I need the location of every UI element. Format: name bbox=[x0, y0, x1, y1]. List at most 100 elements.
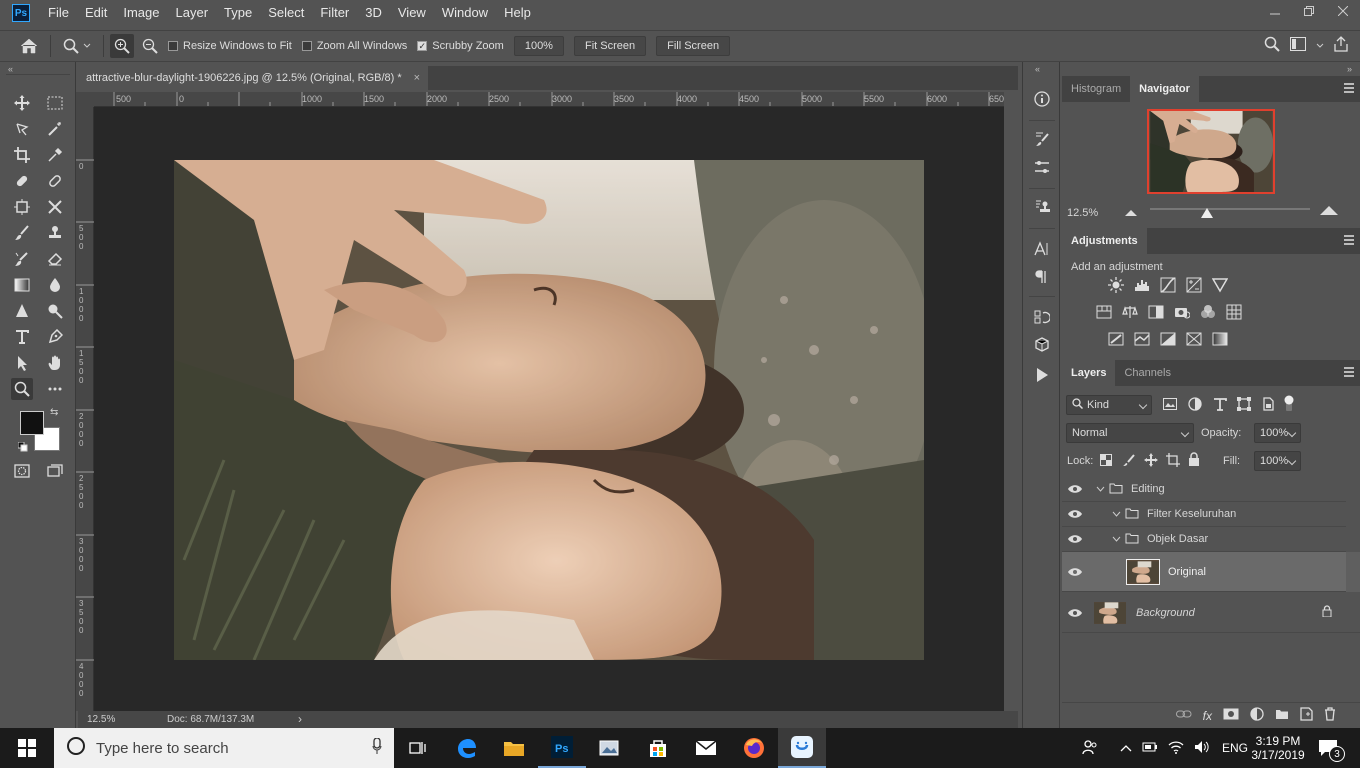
photo-filter-icon[interactable] bbox=[1173, 303, 1191, 321]
chevron-down-icon[interactable] bbox=[1096, 483, 1105, 495]
layer-row[interactable]: Objek Dasar bbox=[1062, 527, 1346, 552]
windows-start-icon[interactable] bbox=[0, 728, 54, 768]
visibility-eye-icon[interactable] bbox=[1062, 567, 1088, 577]
opacity-field[interactable]: 100% bbox=[1254, 423, 1301, 443]
panel-menu-icon[interactable] bbox=[1344, 367, 1354, 377]
edge-browser-icon[interactable] bbox=[442, 728, 490, 768]
brush-tool-icon[interactable] bbox=[11, 222, 33, 244]
status-menu-arrow[interactable]: › bbox=[298, 712, 302, 726]
navigator-zoom-value[interactable]: 12.5% bbox=[1067, 207, 1098, 219]
brush-presets-icon[interactable] bbox=[1031, 156, 1053, 178]
scrubby-zoom-checkbox[interactable]: ✓ Scrubby Zoom bbox=[417, 40, 504, 52]
eyedropper-icon[interactable] bbox=[44, 144, 66, 166]
zoom-in-icon[interactable] bbox=[110, 34, 134, 58]
brightness-contrast-icon[interactable] bbox=[1107, 276, 1125, 294]
menu-3d[interactable]: 3D bbox=[357, 0, 390, 26]
menu-file[interactable]: File bbox=[40, 0, 77, 26]
visibility-eye-icon[interactable] bbox=[1062, 484, 1088, 494]
menu-help[interactable]: Help bbox=[496, 0, 539, 26]
photoshop-taskbar-icon[interactable]: Ps bbox=[538, 728, 586, 768]
share-icon[interactable] bbox=[1334, 36, 1348, 55]
link-layers-icon[interactable] bbox=[1175, 709, 1192, 722]
wifi-icon[interactable] bbox=[1168, 740, 1184, 757]
people-icon[interactable] bbox=[1082, 739, 1098, 758]
chevron-up-icon[interactable] bbox=[1120, 741, 1132, 755]
chevron-down-icon[interactable] bbox=[1316, 40, 1324, 52]
hue-saturation-icon[interactable] bbox=[1095, 303, 1113, 321]
marquee-tool-icon[interactable] bbox=[44, 92, 66, 114]
store-icon[interactable] bbox=[634, 728, 682, 768]
character-icon[interactable] bbox=[1031, 238, 1053, 260]
lock-artboard-icon[interactable] bbox=[1166, 453, 1180, 470]
visibility-eye-icon[interactable] bbox=[1062, 608, 1088, 618]
action-center-icon[interactable]: 3 bbox=[1318, 728, 1345, 768]
fill-screen-button[interactable]: Fill Screen bbox=[656, 36, 731, 56]
collapse-panels-icon[interactable]: » bbox=[1347, 64, 1352, 74]
layer-row[interactable]: Editing bbox=[1062, 477, 1346, 502]
navigator-thumbnail[interactable] bbox=[1147, 109, 1275, 194]
selective-color-icon[interactable] bbox=[1185, 330, 1203, 348]
crop-tool-icon[interactable] bbox=[11, 144, 33, 166]
collapse-toolbox-icon[interactable]: « bbox=[8, 64, 13, 74]
tab-layers[interactable]: Layers bbox=[1062, 360, 1116, 386]
layer-row[interactable]: Filter Keseluruhan bbox=[1062, 502, 1346, 527]
color-lookup-icon[interactable] bbox=[1225, 303, 1243, 321]
add-mask-icon[interactable] bbox=[1223, 708, 1239, 723]
menu-window[interactable]: Window bbox=[434, 0, 496, 26]
move-tool-icon[interactable] bbox=[11, 92, 33, 114]
swap-colors-icon[interactable]: ⇆ bbox=[50, 407, 58, 418]
volume-icon[interactable] bbox=[1194, 740, 1210, 757]
info-icon[interactable] bbox=[1031, 88, 1053, 110]
file-explorer-icon[interactable] bbox=[490, 728, 538, 768]
battery-icon[interactable] bbox=[1142, 741, 1158, 756]
brush-settings-icon[interactable] bbox=[1031, 128, 1053, 150]
filter-adjustment-icon[interactable] bbox=[1188, 397, 1202, 414]
type-tool-icon[interactable] bbox=[11, 326, 33, 348]
quick-mask-icon[interactable] bbox=[11, 460, 33, 482]
red-eye-tool-icon[interactable] bbox=[44, 196, 66, 218]
gradient-tool-icon[interactable] bbox=[11, 274, 33, 296]
healing-brush-icon[interactable] bbox=[11, 170, 33, 192]
black-white-icon[interactable] bbox=[1147, 303, 1165, 321]
lock-position-icon[interactable] bbox=[1144, 453, 1158, 470]
gradient-map-icon[interactable] bbox=[1211, 330, 1229, 348]
visibility-eye-icon[interactable] bbox=[1062, 509, 1088, 519]
task-view-icon[interactable] bbox=[394, 728, 442, 768]
threshold-icon[interactable] bbox=[1159, 330, 1177, 348]
microphone-icon[interactable] bbox=[372, 737, 382, 758]
patch-tool-icon[interactable] bbox=[44, 170, 66, 192]
layer-style-fx-icon[interactable]: fx bbox=[1203, 709, 1212, 723]
exposure-icon[interactable] bbox=[1185, 276, 1203, 294]
delete-layer-icon[interactable] bbox=[1324, 707, 1336, 724]
close-icon[interactable] bbox=[1326, 0, 1360, 22]
filter-pixel-icon[interactable] bbox=[1163, 398, 1177, 413]
invert-icon[interactable] bbox=[1107, 330, 1125, 348]
screen-mode-icon[interactable] bbox=[44, 460, 66, 482]
posterize-icon[interactable] bbox=[1133, 330, 1151, 348]
visibility-eye-icon[interactable] bbox=[1062, 534, 1088, 544]
lock-transparent-icon[interactable] bbox=[1100, 454, 1112, 469]
pen-tool-icon[interactable] bbox=[44, 326, 66, 348]
fill-field[interactable]: 100% bbox=[1254, 451, 1301, 471]
language-indicator[interactable]: ENG bbox=[1222, 741, 1248, 755]
search-icon[interactable] bbox=[1264, 36, 1280, 55]
expand-panels-icon[interactable]: « bbox=[1035, 64, 1040, 74]
document-tab[interactable]: attractive-blur-daylight-1906226.jpg @ 1… bbox=[78, 66, 429, 90]
paragraph-icon[interactable] bbox=[1031, 266, 1053, 288]
filter-shape-icon[interactable] bbox=[1237, 397, 1251, 414]
taskbar-search-box[interactable]: Type here to search bbox=[54, 728, 394, 768]
lock-all-icon[interactable] bbox=[1188, 452, 1200, 469]
status-zoom[interactable]: 12.5% bbox=[87, 714, 115, 725]
home-icon[interactable] bbox=[14, 38, 44, 54]
zoom-percent-field[interactable]: 100% bbox=[513, 36, 564, 56]
clone-stamp-icon[interactable] bbox=[44, 222, 66, 244]
zoom-tool-preset-icon[interactable] bbox=[63, 38, 91, 54]
tab-navigator[interactable]: Navigator bbox=[1130, 76, 1199, 102]
fit-screen-button[interactable]: Fit Screen bbox=[573, 36, 647, 56]
menu-layer[interactable]: Layer bbox=[168, 0, 217, 26]
canvas-area[interactable] bbox=[94, 107, 1004, 711]
menu-type[interactable]: Type bbox=[216, 0, 260, 26]
lock-pixels-icon[interactable] bbox=[1123, 454, 1135, 469]
chevron-down-icon[interactable] bbox=[1112, 508, 1121, 520]
new-group-icon[interactable] bbox=[1275, 708, 1289, 723]
